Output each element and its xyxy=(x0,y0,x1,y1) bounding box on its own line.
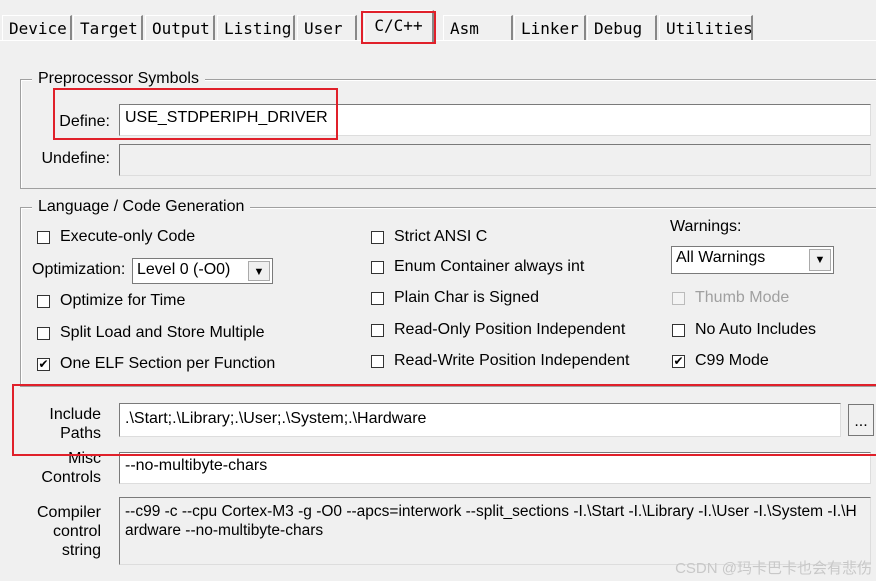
checkbox-label: C99 Mode xyxy=(695,352,769,369)
tab-linker[interactable]: Linker xyxy=(514,15,586,40)
optimization-select[interactable]: Level 0 (-O0) ▼ xyxy=(132,258,273,284)
checkbox-label: Thumb Mode xyxy=(695,289,790,306)
checkbox-label: Split Load and Store Multiple xyxy=(60,324,265,341)
undefine-label: Undefine: xyxy=(41,150,111,167)
checkbox-label: Enum Container always int xyxy=(394,258,585,275)
ro-pi-checkbox[interactable]: Read-Only Position Independent xyxy=(371,321,625,339)
checkmark-icon: ✔ xyxy=(37,356,50,371)
highlight-include-paths xyxy=(12,384,876,456)
misc-controls-input[interactable]: --no-multibyte-chars xyxy=(119,452,871,484)
one-elf-checkbox[interactable]: ✔ One ELF Section per Function xyxy=(37,355,275,373)
tab-asm[interactable]: Asm xyxy=(443,15,513,40)
no-auto-includes-checkbox[interactable]: No Auto Includes xyxy=(672,321,816,339)
chevron-down-icon[interactable]: ▼ xyxy=(809,249,831,271)
chevron-down-icon[interactable]: ▼ xyxy=(248,261,270,281)
optimization-value: Level 0 (-O0) xyxy=(137,261,231,278)
split-load-checkbox[interactable]: Split Load and Store Multiple xyxy=(37,324,265,342)
checkbox-label: No Auto Includes xyxy=(695,321,816,338)
c99-mode-checkbox[interactable]: ✔ C99 Mode xyxy=(672,352,769,370)
checkbox-label: Read-Write Position Independent xyxy=(394,352,630,369)
strict-ansi-checkbox[interactable]: Strict ANSI C xyxy=(371,228,487,246)
tab-target[interactable]: Target xyxy=(73,15,143,40)
checkbox-box xyxy=(37,326,50,340)
tab-output[interactable]: Output xyxy=(145,15,215,40)
rw-pi-checkbox[interactable]: Read-Write Position Independent xyxy=(371,352,629,370)
checkbox-box xyxy=(672,323,685,337)
checkbox-box xyxy=(37,294,50,308)
checkbox-box xyxy=(371,230,384,244)
checkbox-box xyxy=(371,260,384,274)
tab-debug[interactable]: Debug xyxy=(587,15,657,40)
warnings-select[interactable]: All Warnings ▼ xyxy=(671,246,834,274)
checkbox-label: Plain Char is Signed xyxy=(394,289,539,306)
checkbox-box xyxy=(371,291,384,305)
enum-container-checkbox[interactable]: Enum Container always int xyxy=(371,258,584,276)
checkbox-box xyxy=(371,323,384,337)
tab-user[interactable]: User xyxy=(297,15,357,40)
tab-utilities[interactable]: Utilities xyxy=(659,15,753,40)
warnings-value: All Warnings xyxy=(676,249,766,266)
undefine-input[interactable] xyxy=(119,144,871,176)
optimization-label: Optimization: xyxy=(32,261,126,278)
warnings-label: Warnings: xyxy=(670,218,742,235)
checkbox-box xyxy=(37,230,50,244)
plain-char-checkbox[interactable]: Plain Char is Signed xyxy=(371,289,539,307)
checkbox-label: Optimize for Time xyxy=(60,292,186,309)
highlight-tab xyxy=(361,11,436,44)
highlight-define xyxy=(53,88,338,140)
checkbox-label: Execute-only Code xyxy=(60,228,196,245)
watermark: CSDN @玛卡巴卡也会有悲伤 xyxy=(675,560,872,577)
execute-only-checkbox[interactable]: Execute-only Code xyxy=(37,228,195,246)
compiler-string-text: --c99 -c --cpu Cortex-M3 -g -O0 --apcs=i… xyxy=(119,497,871,565)
thumb-mode-checkbox[interactable]: Thumb Mode xyxy=(672,289,789,307)
checkbox-label: One ELF Section per Function xyxy=(60,355,276,372)
compiler-string-label: Compiler control string xyxy=(36,504,101,559)
preprocessor-title: Preprocessor Symbols xyxy=(32,70,205,88)
checkbox-label: Read-Only Position Independent xyxy=(394,321,626,338)
language-title: Language / Code Generation xyxy=(32,198,251,216)
optimize-time-checkbox[interactable]: Optimize for Time xyxy=(37,292,185,310)
tab-listing[interactable]: Listing xyxy=(217,15,295,40)
checkmark-icon: ✔ xyxy=(672,353,685,368)
checkbox-box xyxy=(371,354,384,368)
tab-device[interactable]: Device xyxy=(2,15,72,40)
checkbox-label: Strict ANSI C xyxy=(394,228,488,245)
checkbox-box xyxy=(672,291,685,305)
